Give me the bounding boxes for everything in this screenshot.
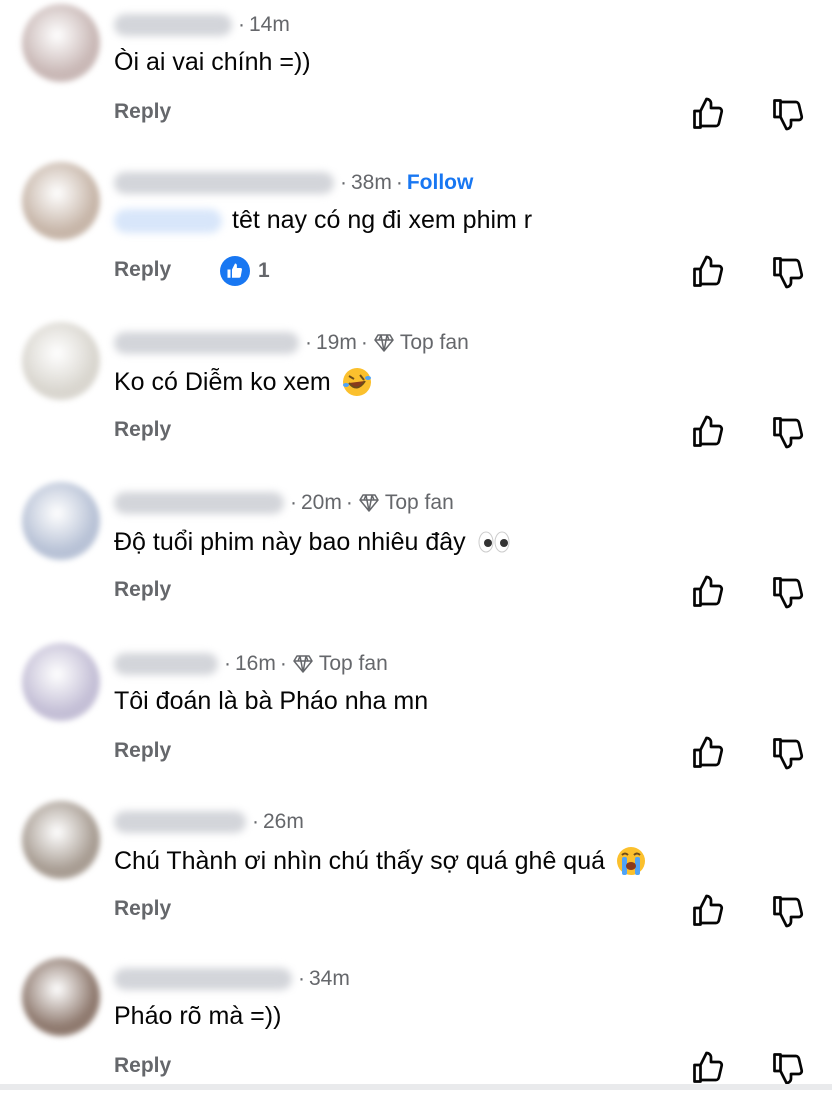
meta-separator: · [340, 171, 347, 194]
thumbs-down-icon[interactable] [770, 96, 806, 132]
reaction-count-value: 1 [258, 259, 270, 282]
follow-button[interactable]: Follow [407, 171, 474, 195]
diamond-icon [291, 655, 319, 673]
reply-button[interactable]: Reply [114, 1054, 171, 1078]
comment-meta: · 26m [114, 807, 304, 837]
author-name-blurred[interactable] [114, 811, 246, 833]
comment-text: têt nay có ng đi xem phim r [232, 206, 533, 234]
reply-button[interactable]: Reply [114, 578, 171, 602]
comment-body: Pháo rõ mà =)) [114, 1002, 281, 1031]
comment-time[interactable]: 14m [249, 13, 290, 37]
author-name-blurred[interactable] [114, 492, 284, 514]
reply-button[interactable]: Reply [114, 739, 171, 763]
avatar[interactable] [22, 162, 100, 240]
reply-button[interactable]: Reply [114, 258, 171, 282]
comment-meta: · 20m · Top fan [114, 488, 454, 518]
reply-button[interactable]: Reply [114, 897, 171, 921]
comment-meta: · 19m · Top fan [114, 328, 469, 358]
meta-separator: · [298, 967, 305, 990]
eyes-emoji [476, 526, 510, 558]
meta-separator: · [238, 13, 245, 36]
comment-time[interactable]: 20m [301, 491, 342, 515]
comment-text: Tôi đoán là bà Pháo nha mn [114, 687, 429, 715]
comment-item: · 38m · Follow têt nay có ng đi xem phim r Re… [0, 162, 832, 322]
thumbs-up-icon[interactable] [690, 574, 726, 610]
diamond-icon [372, 334, 400, 352]
thumbs-down-icon[interactable] [770, 574, 806, 610]
avatar[interactable] [22, 4, 100, 82]
avatar[interactable] [22, 643, 100, 721]
thumbs-down-icon[interactable] [770, 254, 806, 290]
reaction-count[interactable]: 1 [220, 256, 270, 286]
comment-text: Pháo rõ mà =)) [114, 1002, 282, 1030]
thumbs-up-icon[interactable] [690, 96, 726, 132]
avatar[interactable] [22, 482, 100, 560]
comment-body: Tôi đoán là bà Pháo nha mn [114, 687, 428, 716]
comment-time[interactable]: 16m [235, 652, 276, 676]
comment-item: · 19m · Top fan Ko có Diễm ko xem Reply [0, 322, 832, 482]
comment-text: Độ tuổi phim này bao nhiêu đây [114, 527, 466, 556]
thumbs-down-icon[interactable] [770, 1050, 806, 1086]
comment-text: Òi ai vai chính =)) [114, 48, 311, 76]
comment-meta: · 14m [114, 10, 290, 40]
mention-tag-blurred[interactable] [114, 208, 222, 233]
top-fan-badge: Top fan [399, 331, 469, 354]
comment-body: Ko có Diễm ko xem [114, 366, 373, 398]
comment-meta: · 34m [114, 964, 350, 994]
comment-time[interactable]: 19m [316, 331, 357, 355]
top-fan-badge: Top fan [318, 652, 388, 675]
thumbs-up-icon[interactable] [690, 414, 726, 450]
comment-item: · 34m Pháo rõ mà =)) Reply [0, 958, 832, 1118]
comment-time[interactable]: 38m [351, 171, 392, 195]
author-name-blurred[interactable] [114, 968, 292, 990]
reply-button[interactable]: Reply [114, 418, 171, 442]
meta-separator: · [395, 171, 403, 194]
comment-body: Độ tuổi phim này bao nhiêu đây [114, 526, 510, 558]
like-reaction-icon [220, 256, 250, 286]
author-name-blurred[interactable] [114, 332, 299, 354]
bottom-divider [0, 1084, 832, 1090]
author-name-blurred[interactable] [114, 14, 232, 36]
avatar[interactable] [22, 958, 100, 1036]
reply-button[interactable]: Reply [114, 100, 171, 124]
top-fan-badge: Top fan [384, 491, 454, 514]
thumbs-up-icon[interactable] [690, 735, 726, 771]
comment-time[interactable]: 34m [309, 967, 350, 991]
thumbs-down-icon[interactable] [770, 735, 806, 771]
avatar[interactable] [22, 322, 100, 400]
comment-body: Òi ai vai chính =)) [114, 48, 311, 77]
thumbs-up-icon[interactable] [690, 893, 726, 929]
comment-item: · 20m · Top fan Độ tuổi phim này bao nhiêu đ… [0, 482, 832, 642]
meta-separator: · [305, 331, 312, 354]
thumbs-up-icon[interactable] [690, 1050, 726, 1086]
comment-text: Chú Thành ơi nhìn chú thấy sợ quá ghê qu… [114, 846, 606, 875]
meta-separator: · [224, 652, 231, 675]
rolling-laughing-emoji [341, 366, 373, 398]
thumbs-down-icon[interactable] [770, 414, 806, 450]
comment-time[interactable]: 26m [263, 810, 304, 834]
thumbs-up-icon[interactable] [690, 254, 726, 290]
comment-item: · 26m Chú Thành ơi nhìn chú thấy sợ quá gh… [0, 801, 832, 961]
comment-item: · 14m Òi ai vai chính =)) Reply [0, 4, 832, 164]
comment-item: · 16m · Top fan Tôi đoán là bà Pháo nha mn Re… [0, 643, 832, 803]
meta-separator: · [290, 491, 297, 514]
thumbs-down-icon[interactable] [770, 893, 806, 929]
avatar[interactable] [22, 801, 100, 879]
crying-emoji [615, 845, 647, 877]
diamond-icon [357, 494, 385, 512]
author-name-blurred[interactable] [114, 172, 334, 194]
comment-text: Ko có Diễm ko xem [114, 367, 331, 396]
meta-separator: · [360, 331, 368, 354]
meta-separator: · [279, 652, 287, 675]
meta-separator: · [345, 491, 353, 514]
meta-separator: · [252, 810, 259, 833]
comment-meta: · 38m · Follow [114, 168, 473, 198]
author-name-blurred[interactable] [114, 653, 218, 675]
comment-meta: · 16m · Top fan [114, 649, 388, 679]
comment-body: Chú Thành ơi nhìn chú thấy sợ quá ghê qu… [114, 845, 647, 877]
comment-body: têt nay có ng đi xem phim r [114, 206, 532, 235]
